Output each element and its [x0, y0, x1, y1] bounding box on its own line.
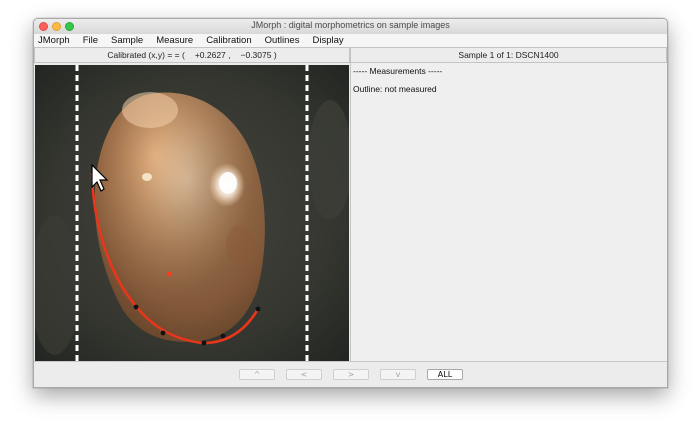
- menu-jmorph[interactable]: JMorph: [34, 35, 70, 46]
- landmark-point[interactable]: [220, 333, 226, 339]
- menu-sample[interactable]: Sample: [107, 35, 143, 46]
- show-all-button[interactable]: ALL: [427, 369, 463, 380]
- outline-status: Outline: not measured: [353, 84, 437, 94]
- window-title: JMorph : digital morphometrics on sample…: [251, 20, 450, 30]
- coord-label: Calibrated (x,y) = = (: [107, 50, 185, 60]
- sample-image-canvas[interactable]: [35, 65, 349, 361]
- app-window: JMorph : digital morphometrics on sample…: [33, 18, 668, 388]
- menu-calibration[interactable]: Calibration: [202, 35, 251, 46]
- nav-prev-button[interactable]: <: [286, 369, 322, 380]
- navigation-bar: ^ < > v ALL: [34, 361, 667, 387]
- menu-outlines[interactable]: Outlines: [261, 35, 300, 46]
- menu-measure[interactable]: Measure: [152, 35, 193, 46]
- nav-next-button[interactable]: >: [333, 369, 369, 380]
- nav-down-button[interactable]: v: [380, 369, 416, 380]
- sample-label: Sample 1 of 1: DSCN1400: [458, 50, 559, 60]
- title-bar: JMorph : digital morphometrics on sample…: [34, 19, 667, 35]
- measurements-panel: ----- Measurements ----- Outline: not me…: [350, 63, 667, 361]
- coordinate-readout: Calibrated (x,y) = = ( +0.2627 , −0.3075…: [34, 47, 350, 63]
- centroid-point[interactable]: [166, 271, 172, 277]
- landmark-point[interactable]: [133, 304, 139, 310]
- nav-up-button[interactable]: ^: [239, 369, 275, 380]
- coord-y-value: −0.3075 ): [240, 50, 277, 60]
- measurements-title: ----- Measurements -----: [353, 66, 443, 76]
- landmark-point[interactable]: [255, 306, 261, 312]
- coord-x-value: +0.2627 ,: [194, 50, 231, 60]
- sample-image[interactable]: [35, 65, 349, 361]
- landmark-point[interactable]: [201, 340, 207, 346]
- menu-file[interactable]: File: [79, 35, 98, 46]
- menu-bar: JMorph File Sample Measure Calibration O…: [34, 34, 667, 48]
- landmark-point[interactable]: [160, 330, 166, 336]
- menu-display[interactable]: Display: [308, 35, 343, 46]
- sample-header: Sample 1 of 1: DSCN1400: [350, 47, 667, 63]
